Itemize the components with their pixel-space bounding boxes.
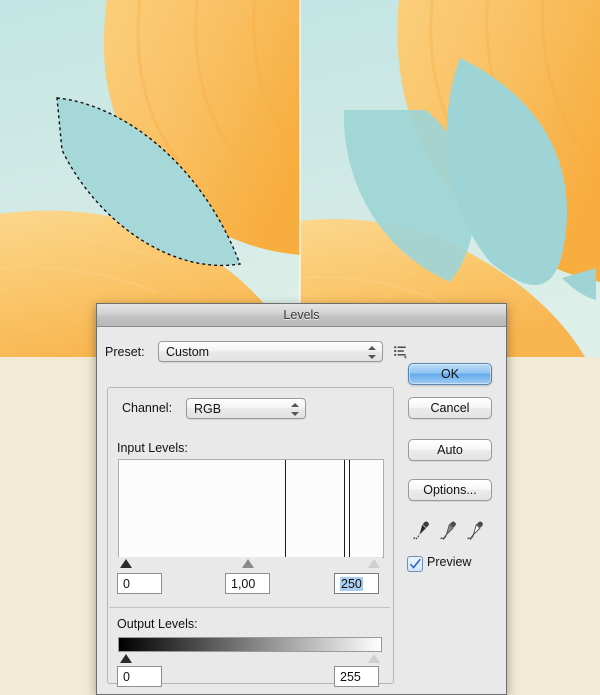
input-black-value: 0 <box>123 577 130 591</box>
preset-dropdown[interactable]: Custom <box>158 341 383 362</box>
output-levels-label: Output Levels: <box>117 617 198 631</box>
channel-value: RGB <box>194 402 222 416</box>
ok-button[interactable]: OK <box>408 363 492 385</box>
chevron-updown-icon <box>368 344 377 361</box>
dialog-titlebar[interactable]: Levels <box>97 304 506 327</box>
set-black-point-eyedropper[interactable] <box>409 519 431 543</box>
preset-label: Preset: <box>105 345 145 359</box>
input-white-value: 250 <box>340 577 363 591</box>
options-button-label: Options... <box>423 483 477 497</box>
input-gamma-value: 1,00 <box>231 577 256 591</box>
section-divider <box>109 607 390 608</box>
output-levels-gradient <box>118 637 382 652</box>
output-black-point-handle[interactable] <box>120 654 132 663</box>
auto-button[interactable]: Auto <box>408 439 492 461</box>
input-black-point-handle[interactable] <box>120 559 132 568</box>
input-gamma-handle[interactable] <box>242 559 254 568</box>
preview-checkbox[interactable] <box>407 556 423 572</box>
ok-button-label: OK <box>440 367 460 381</box>
input-levels-label: Input Levels: <box>117 441 188 455</box>
input-levels-slider[interactable] <box>118 557 382 570</box>
output-black-field[interactable]: 0 <box>117 666 162 687</box>
output-white-field[interactable]: 255 <box>334 666 379 687</box>
histogram-spike <box>285 460 286 557</box>
output-levels-slider[interactable] <box>118 653 382 665</box>
input-gamma-field[interactable]: 1,00 <box>225 573 270 594</box>
input-histogram[interactable] <box>118 459 384 558</box>
dialog-title: Levels <box>283 308 320 322</box>
cancel-button[interactable]: Cancel <box>408 397 492 419</box>
output-white-point-handle[interactable] <box>368 654 380 663</box>
eyedropper-toolbar <box>409 519 493 543</box>
cancel-button-label: Cancel <box>430 401 470 415</box>
dialog-body: Preset: Custom Channel: RGB Input Levels… <box>97 327 506 694</box>
options-button[interactable]: Options... <box>408 479 492 501</box>
histogram-spike <box>349 460 350 557</box>
channel-dropdown[interactable]: RGB <box>186 398 306 419</box>
input-white-field[interactable]: 250 <box>334 573 379 594</box>
chevron-updown-icon <box>291 401 300 418</box>
set-gray-point-eyedropper[interactable] <box>436 519 458 543</box>
set-white-point-eyedropper[interactable] <box>463 519 485 543</box>
channel-label: Channel: <box>119 401 176 415</box>
auto-button-label: Auto <box>437 443 463 457</box>
histogram-spike <box>344 460 345 557</box>
output-white-value: 255 <box>340 670 361 684</box>
levels-dialog[interactable]: Levels Preset: Custom Channel: RGB Input… <box>96 303 507 695</box>
input-black-field[interactable]: 0 <box>117 573 162 594</box>
output-black-value: 0 <box>123 670 130 684</box>
preset-options-menu-icon[interactable] <box>393 344 409 360</box>
preview-label: Preview <box>427 555 472 569</box>
input-white-point-handle-outline <box>368 559 380 568</box>
preset-value: Custom <box>166 345 210 359</box>
preset-row: Preset: Custom <box>105 341 495 365</box>
